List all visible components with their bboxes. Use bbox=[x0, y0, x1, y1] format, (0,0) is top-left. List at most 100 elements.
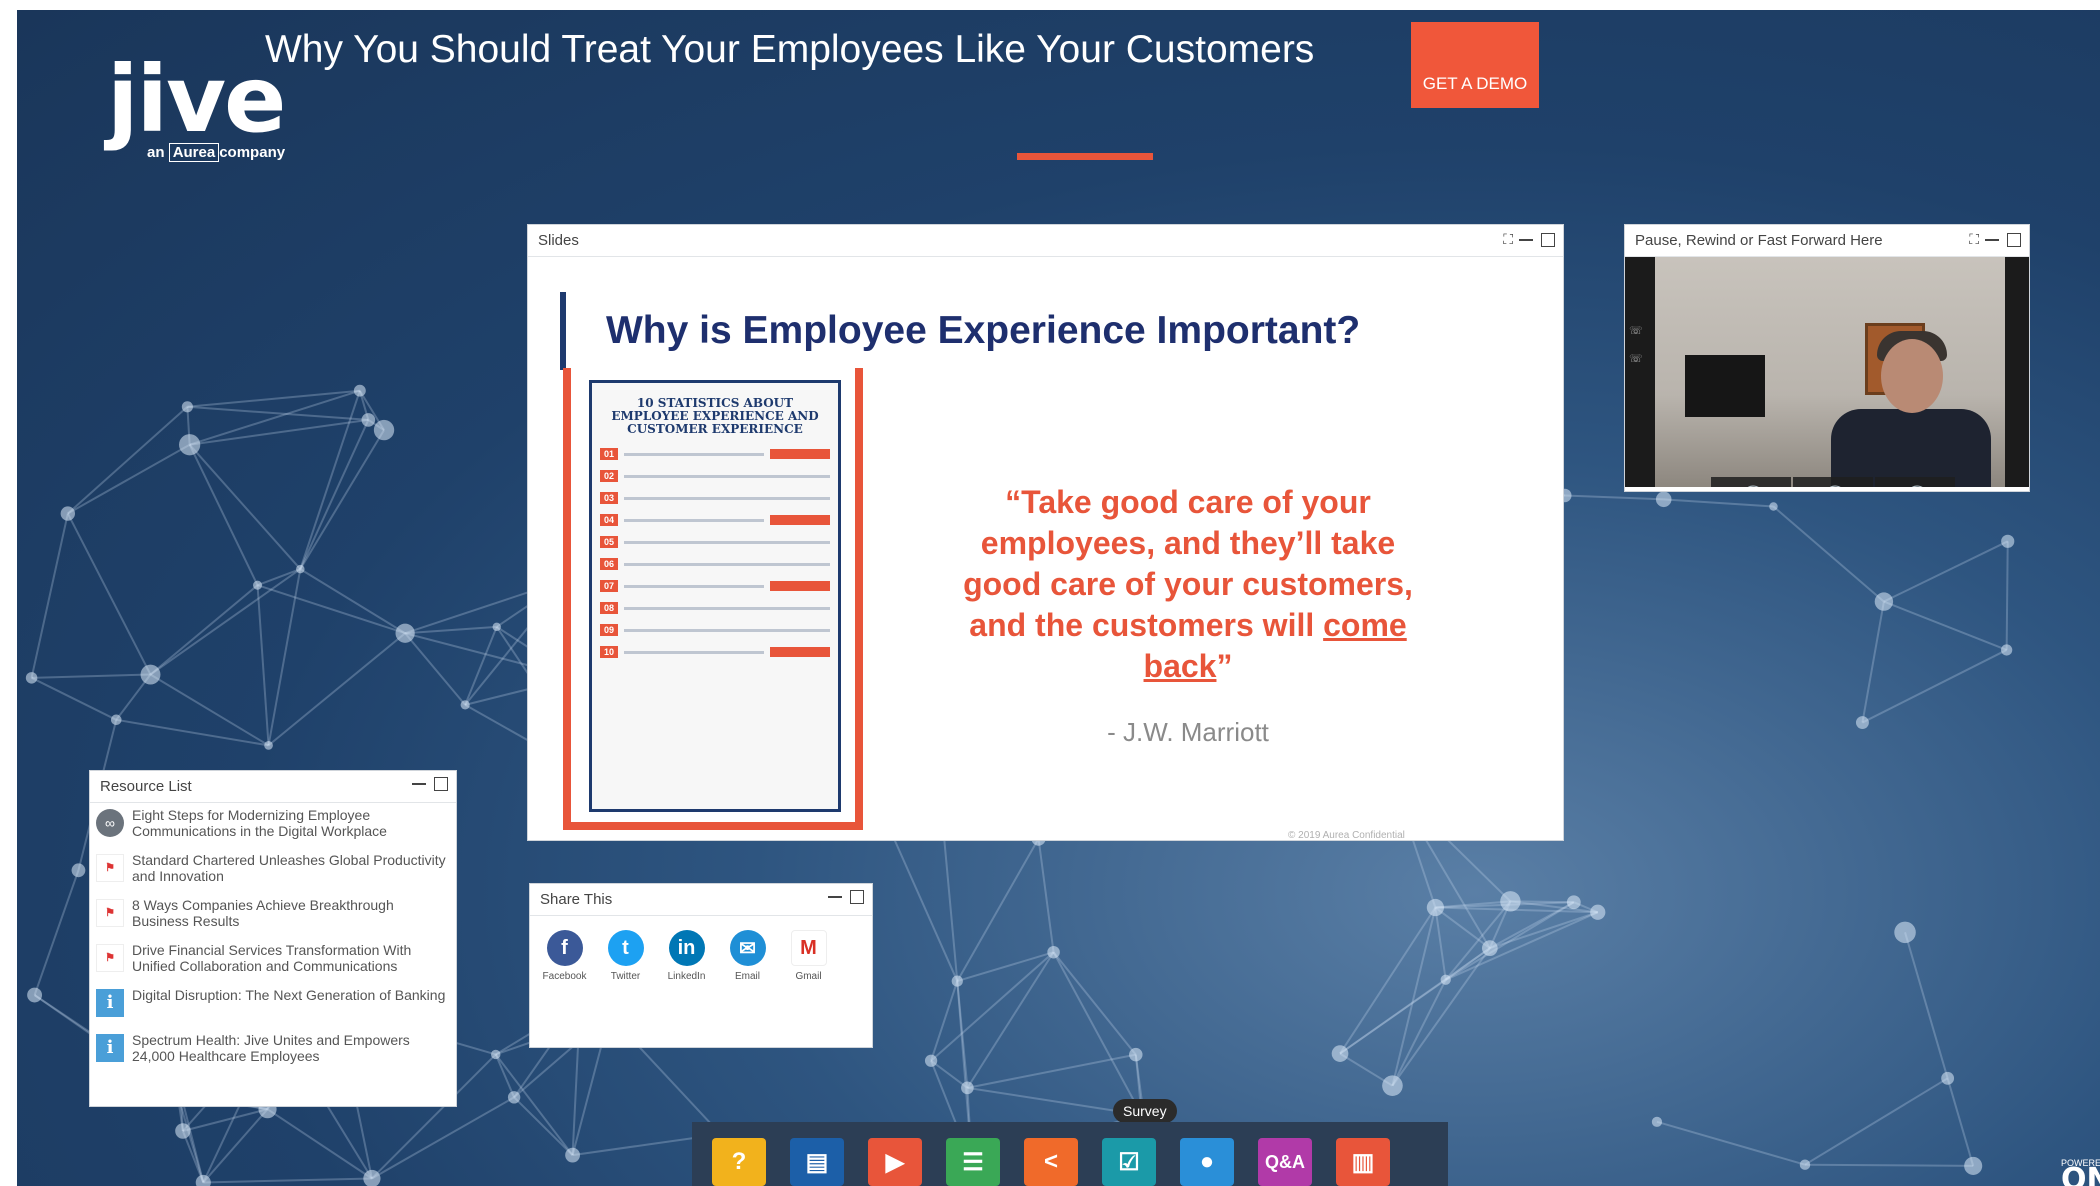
title-divider bbox=[1017, 153, 1153, 160]
volume-icon[interactable]: 🔊 bbox=[1711, 477, 1791, 487]
email-icon: ✉ bbox=[729, 930, 766, 966]
share-email-button[interactable]: ✉ Email bbox=[727, 930, 768, 982]
network-line bbox=[1339, 947, 1491, 1055]
share-linkedin-button[interactable]: in LinkedIn bbox=[666, 930, 707, 982]
network-node bbox=[1331, 1045, 1349, 1062]
network-node bbox=[1481, 940, 1498, 957]
maximize-icon[interactable] bbox=[2007, 232, 2021, 247]
network-line bbox=[188, 444, 259, 586]
network-line bbox=[1052, 951, 1143, 1116]
infographic-tag: 01 bbox=[600, 448, 619, 460]
network-node bbox=[951, 975, 963, 987]
network-line bbox=[1445, 911, 1599, 981]
video-player[interactable]: ☏☏ 🔊 🔊 🔊 bbox=[1625, 257, 2029, 487]
presentation-icon[interactable]: ▤ bbox=[790, 1138, 844, 1186]
slide-content: Why is Employee Experience Important? 10… bbox=[528, 257, 1563, 841]
pdf-icon: ⚑ bbox=[96, 854, 124, 882]
share-label: Email bbox=[734, 971, 760, 982]
network-node bbox=[1382, 1075, 1403, 1096]
expand-icon[interactable]: ⛶ bbox=[1503, 231, 1513, 248]
infographic-bar bbox=[770, 581, 830, 591]
network-line bbox=[1052, 951, 1137, 1056]
network-line bbox=[404, 632, 466, 706]
network-node bbox=[1129, 1047, 1143, 1062]
page-title: Why You Should Treat Your Employees Like… bbox=[265, 28, 1315, 71]
network-line bbox=[67, 406, 189, 515]
share-twitter-button[interactable]: t Twitter bbox=[605, 930, 646, 982]
video-icon[interactable]: ▶ bbox=[868, 1138, 922, 1186]
infographic-line bbox=[624, 474, 830, 478]
video-frame bbox=[1655, 257, 2005, 487]
network-node bbox=[1566, 895, 1581, 910]
network-node bbox=[140, 664, 161, 685]
network-line bbox=[2005, 541, 2009, 650]
network-line bbox=[464, 626, 498, 706]
resource-item[interactable]: ⚑ 8 Ways Companies Achieve Breakthrough B… bbox=[96, 897, 450, 942]
share-label: Gmail bbox=[795, 971, 822, 982]
video-side-controls[interactable]: ☏ ☏ bbox=[1629, 317, 1643, 373]
document-icon[interactable]: ☰ bbox=[946, 1138, 1000, 1186]
resource-item[interactable]: ⚑ Drive Financial Services Transformation… bbox=[96, 942, 450, 987]
minimize-icon[interactable] bbox=[1985, 238, 1999, 241]
network-line bbox=[1883, 540, 2009, 603]
background-tv bbox=[1685, 355, 1765, 417]
share-gmail-button[interactable]: M Gmail bbox=[788, 930, 829, 982]
resource-list: ∞ Eight Steps for Modernizing Employee Co… bbox=[90, 803, 456, 1081]
expand-icon[interactable]: ⛶ bbox=[1969, 231, 1979, 248]
network-line bbox=[31, 676, 117, 721]
network-line bbox=[189, 418, 369, 446]
resource-item-label: Drive Financial Services Transformation … bbox=[132, 942, 412, 974]
resources-icon[interactable]: ▥ bbox=[1336, 1138, 1390, 1186]
infographic-bar bbox=[770, 449, 830, 459]
slides-panel-title: Slides bbox=[538, 232, 579, 249]
network-node bbox=[361, 413, 376, 427]
resource-item[interactable]: ∞ Eight Steps for Modernizing Employee Co… bbox=[96, 807, 450, 852]
resource-item[interactable]: i Digital Disruption: The Next Generation… bbox=[96, 987, 450, 1032]
network-line bbox=[1656, 1120, 1806, 1166]
infographic-bar bbox=[770, 647, 830, 657]
webinar-stage: jive an Aurea company Why You Should Trea… bbox=[17, 10, 2100, 1186]
network-node bbox=[25, 672, 38, 684]
network-line bbox=[149, 584, 259, 676]
network-node bbox=[1964, 1156, 1983, 1175]
volume-icon[interactable]: 🔊 bbox=[1793, 477, 1873, 487]
share-icon[interactable]: < bbox=[1024, 1138, 1078, 1186]
resource-item[interactable]: i Spectrum Health: Jive Unites and Empowe… bbox=[96, 1032, 450, 1077]
minimize-icon[interactable] bbox=[1519, 238, 1533, 241]
network-node bbox=[179, 434, 201, 456]
volume-icon[interactable]: 🔊 bbox=[1875, 477, 1955, 487]
maximize-icon[interactable] bbox=[850, 890, 864, 904]
infographic-row: 09 bbox=[600, 624, 830, 636]
help-icon[interactable]: ? bbox=[712, 1138, 766, 1186]
survey-icon[interactable]: ☑ bbox=[1102, 1138, 1156, 1186]
network-line bbox=[67, 443, 191, 515]
resource-item-label: 8 Ways Companies Achieve Breakthrough Bu… bbox=[132, 897, 394, 929]
info-icon: i bbox=[96, 1034, 124, 1062]
resource-list-title: Resource List bbox=[100, 778, 192, 795]
infographic-tag: 09 bbox=[600, 624, 619, 636]
gmail-icon: M bbox=[790, 930, 827, 966]
network-node bbox=[507, 1091, 521, 1104]
network-node bbox=[924, 1054, 938, 1067]
network-line bbox=[967, 1053, 1136, 1089]
network-node bbox=[2001, 534, 2015, 548]
on24-branding: POWERED BY ON24 bbox=[2061, 1158, 2100, 1186]
infographic-heading: 10 STATISTICS ABOUT EMPLOYEE EXPERIENCE … bbox=[611, 396, 819, 436]
resource-item[interactable]: ⚑ Standard Chartered Unleashes Global Pro… bbox=[96, 852, 450, 897]
infographic-line bbox=[624, 452, 764, 456]
profile-icon[interactable]: ● bbox=[1180, 1138, 1234, 1186]
maximize-icon[interactable] bbox=[434, 777, 448, 791]
minimize-icon[interactable] bbox=[828, 896, 842, 898]
presenter-head bbox=[1881, 339, 1943, 413]
link-icon: ∞ bbox=[96, 809, 124, 837]
maximize-icon[interactable] bbox=[1541, 232, 1555, 247]
network-node bbox=[71, 863, 86, 878]
minimize-icon[interactable] bbox=[412, 783, 426, 785]
network-line bbox=[1391, 979, 1447, 1087]
get-demo-button[interactable]: GET A DEMO bbox=[1411, 22, 1539, 108]
network-node bbox=[373, 419, 395, 441]
qa-icon[interactable]: Q&A bbox=[1258, 1138, 1312, 1186]
share-facebook-button[interactable]: f Facebook bbox=[543, 930, 586, 982]
network-line bbox=[1804, 1163, 1974, 1167]
video-panel: Pause, Rewind or Fast Forward Here ⛶ ☏ ☏ … bbox=[1624, 224, 2030, 492]
